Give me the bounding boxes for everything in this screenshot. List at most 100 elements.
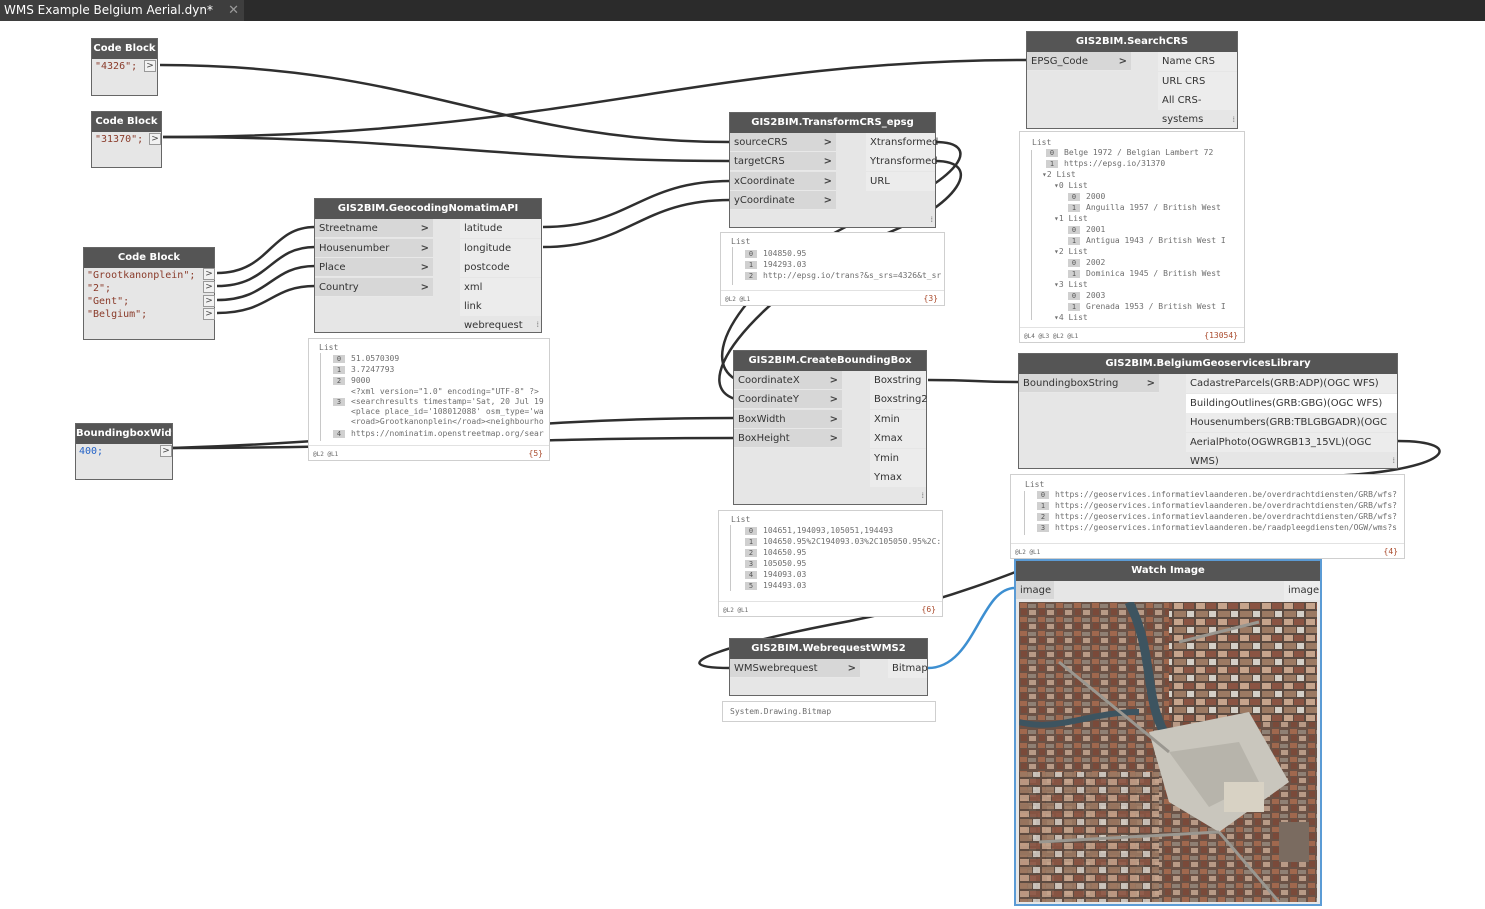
node-title: BoundingboxWidth xyxy=(76,424,172,444)
preview-value: System.Drawing.Bitmap xyxy=(730,707,832,716)
aerial-photo-image xyxy=(1019,602,1317,902)
port-label: BoxWidth xyxy=(738,414,786,425)
preview-row: 3 https://geoservices.informatievlaandere… xyxy=(1037,523,1397,532)
preview-row: 0 https://geoservices.informatievlaandere… xyxy=(1037,490,1397,499)
node-title: Code Block xyxy=(92,112,161,132)
wire-lat-to-x xyxy=(542,179,731,229)
output-port-buildings[interactable]: BuildingOutlines(GRB:GBG)(OGC WFS) xyxy=(1186,394,1397,413)
output-port-xmin[interactable]: Xmin xyxy=(870,410,926,429)
output-port-ytransformed[interactable]: Ytransformed xyxy=(866,152,938,171)
input-port-housenumber[interactable]: Housenumber > xyxy=(315,239,433,258)
preview-search-crs[interactable]: List 0 Belge 1972 / Belgian Lambert 72 1h… xyxy=(1019,131,1245,343)
close-tab-icon[interactable]: ✕ xyxy=(228,0,239,21)
file-tab[interactable]: WMS Example Belgium Aerial.dyn* ✕ xyxy=(0,0,244,21)
input-port-place[interactable]: Place > xyxy=(315,258,433,277)
preview-row: 1 Dominica 1945 / British West xyxy=(1068,269,1221,278)
code-line[interactable]: "Belgium"; xyxy=(84,308,214,321)
input-port-boxwidth[interactable]: BoxWidth > xyxy=(734,410,842,429)
input-port-coordinatex[interactable]: CoordinateX > xyxy=(734,371,842,390)
output-port-xmax[interactable]: Xmax xyxy=(870,429,926,448)
preview-row: <?xml version="1.0" encoding="UTF-8" ?> xyxy=(351,387,539,396)
output-port-xml[interactable]: xml xyxy=(460,278,541,297)
output-port-housenumbers[interactable]: Housenumbers(GRB:TBLGBGADR)(OGC WFS) xyxy=(1186,413,1397,447)
node-create-bounding-box[interactable]: GIS2BIM.CreateBoundingBox CoordinateX > C… xyxy=(733,350,928,505)
input-port-targetcrs[interactable]: targetCRS > xyxy=(730,152,836,171)
output-port-postcode[interactable]: postcode xyxy=(460,258,541,277)
code-block-epsg31370[interactable]: Code Block "31370"; > xyxy=(91,111,162,168)
port-label: Country xyxy=(319,282,359,293)
input-port-sourcecrs[interactable]: sourceCRS > xyxy=(730,133,836,152)
output-port-bitmap[interactable]: Bitmap xyxy=(888,659,928,678)
preview-count: {4} xyxy=(1383,547,1398,556)
preview-header: List xyxy=(731,237,751,246)
output-port-longitude[interactable]: longitude xyxy=(460,239,541,258)
input-port-country[interactable]: Country > xyxy=(315,278,433,297)
output-port-xtransformed[interactable]: Xtransformed xyxy=(866,133,938,152)
input-port-epsg-code[interactable]: EPSG_Code > xyxy=(1027,52,1131,71)
output-port-boxstring2[interactable]: Boxstring2 xyxy=(870,390,928,409)
output-port-all-crs[interactable]: All CRS-systems xyxy=(1158,91,1237,125)
code-output-port[interactable]: > xyxy=(203,295,215,307)
preview-row[interactable]: ▾2 List xyxy=(1042,170,1076,179)
code-line[interactable]: "Grootkanonplein"; xyxy=(84,269,214,282)
code-line[interactable]: "2"; xyxy=(84,282,214,295)
input-port-boxheight[interactable]: BoxHeight > xyxy=(734,429,842,448)
node-title: GIS2BIM.TransformCRS_epsg xyxy=(730,113,935,133)
preview-row[interactable]: ▾0 List xyxy=(1054,181,1088,190)
input-port-xcoordinate[interactable]: xCoordinate > xyxy=(730,172,836,191)
code-output-port[interactable]: > xyxy=(160,445,172,457)
preview-row: 0 51.0570309 xyxy=(333,354,399,363)
number-value[interactable]: 400; xyxy=(76,445,172,458)
node-transform-crs[interactable]: GIS2BIM.TransformCRS_epsg sourceCRS > tar… xyxy=(729,112,938,228)
output-port-ymin[interactable]: Ymin xyxy=(870,449,926,468)
output-port-cadastre[interactable]: CadastreParcels(GRB:ADP)(OGC WFS) xyxy=(1186,374,1397,393)
port-label: targetCRS xyxy=(734,156,785,167)
preview-row[interactable]: ▾3 List xyxy=(1054,280,1088,289)
code-output-port[interactable]: > xyxy=(203,281,215,293)
graph-canvas[interactable]: Code Block "4326"; > Code Block "31370";… xyxy=(0,21,1485,909)
preview-row: 0 104651,194093,105051,194493 xyxy=(745,526,893,535)
number-node-bbox-width[interactable]: BoundingboxWidth 400; > xyxy=(75,423,173,480)
input-port-ycoordinate[interactable]: yCoordinate > xyxy=(730,191,836,210)
output-port-link-webrequest[interactable]: link webrequest xyxy=(460,297,541,331)
output-port-image[interactable]: image xyxy=(1284,581,1320,600)
node-search-crs[interactable]: GIS2BIM.SearchCRS EPSG_Code > Name CRS UR… xyxy=(1026,31,1238,129)
input-port-wmswebrequest[interactable]: WMSwebrequest > xyxy=(730,659,860,678)
preview-row: 4 https://nominatim.openstreetmap.org/sea… xyxy=(333,429,544,438)
preview-bounding-box: List 0 104651,194093,105051,194493 1 10465… xyxy=(718,510,943,617)
preview-row[interactable]: ▾1 List xyxy=(1054,214,1088,223)
code-output-port[interactable]: > xyxy=(203,268,215,280)
preview-row[interactable]: ▾2 List xyxy=(1054,247,1088,256)
output-port-name-crs[interactable]: Name CRS xyxy=(1158,52,1237,71)
preview-levels: @L4 @L3 @L2 @L1 xyxy=(1024,333,1079,340)
code-block-epsg4326[interactable]: Code Block "4326"; > xyxy=(91,38,158,96)
preview-row: 0 2000 xyxy=(1068,192,1105,201)
node-belgium-geoservices-library[interactable]: GIS2BIM.BelgiumGeoservicesLibrary Boundi… xyxy=(1018,353,1398,469)
preview-row: 2 http://epsg.io/trans?&s_srs=4326&t_sr xyxy=(745,271,941,280)
output-port-latitude[interactable]: latitude xyxy=(460,219,541,238)
port-label: EPSG_Code xyxy=(1031,56,1089,67)
node-watch-image[interactable]: Watch Image image image xyxy=(1014,559,1322,906)
wire-lon-to-y xyxy=(542,198,731,249)
port-label: WMSwebrequest xyxy=(734,663,818,674)
input-port-streetname[interactable]: Streetname > xyxy=(315,219,433,238)
output-port-ymax[interactable]: Ymax xyxy=(870,468,926,487)
input-port-boundingboxstring[interactable]: BoundingboxString > xyxy=(1019,374,1159,393)
preview-row[interactable]: ▾4 List xyxy=(1054,313,1088,322)
node-webrequest-wms2[interactable]: GIS2BIM.WebrequestWMS2 WMSwebrequest > Bi… xyxy=(729,638,928,696)
input-port-image[interactable]: image xyxy=(1016,581,1054,600)
output-port-url-crs[interactable]: URL CRS xyxy=(1158,72,1237,91)
code-block-address[interactable]: Code Block "Grootkanonplein"; "2"; "Gent… xyxy=(83,247,215,340)
output-port-boxstring[interactable]: Boxstring xyxy=(870,371,926,390)
preview-count: {5} xyxy=(528,449,543,458)
preview-row: 4 194093.03 xyxy=(745,570,806,579)
input-port-coordinatey[interactable]: CoordinateY > xyxy=(734,390,842,409)
preview-row: 0 2001 xyxy=(1068,225,1105,234)
code-output-port[interactable]: > xyxy=(144,60,156,72)
code-output-port[interactable]: > xyxy=(149,133,161,145)
code-line[interactable]: "Gent"; xyxy=(84,295,214,308)
node-geocoding-nominatim[interactable]: GIS2BIM.GeocodingNomatimAPI Streetname > … xyxy=(314,198,542,333)
output-port-url[interactable]: URL xyxy=(866,172,935,191)
code-output-port[interactable]: > xyxy=(203,308,215,320)
output-port-aerialphoto[interactable]: AerialPhoto(OGWRGB13_15VL)(OGC WMS) xyxy=(1186,433,1397,467)
